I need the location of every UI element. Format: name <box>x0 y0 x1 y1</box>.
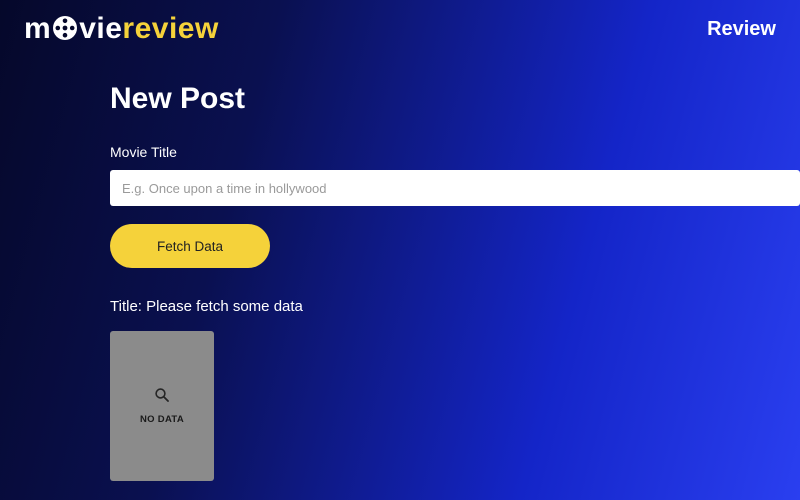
magnifier-icon <box>154 387 170 408</box>
movie-title-label: Movie Title <box>110 144 800 160</box>
poster-placeholder: NO DATA <box>110 331 214 481</box>
film-reel-icon <box>52 15 78 41</box>
fetched-title-status: Title: Please fetch some data <box>110 298 800 315</box>
status-prefix: Title: <box>110 298 146 315</box>
status-value: Please fetch some data <box>146 298 303 315</box>
page-title: New Post <box>110 82 800 116</box>
nav-link-review[interactable]: Review <box>707 18 776 41</box>
logo-text-m: m <box>24 12 51 46</box>
logo-text-vie: vie <box>79 12 122 46</box>
movie-title-input[interactable] <box>110 170 800 206</box>
header: m vie review Review <box>0 0 800 52</box>
app-logo[interactable]: m vie review <box>24 12 219 46</box>
no-data-label: NO DATA <box>140 414 184 425</box>
logo-text-review: review <box>122 12 218 46</box>
fetch-data-button[interactable]: Fetch Data <box>110 224 270 268</box>
main-content: New Post Movie Title Fetch Data Title: P… <box>0 52 800 481</box>
